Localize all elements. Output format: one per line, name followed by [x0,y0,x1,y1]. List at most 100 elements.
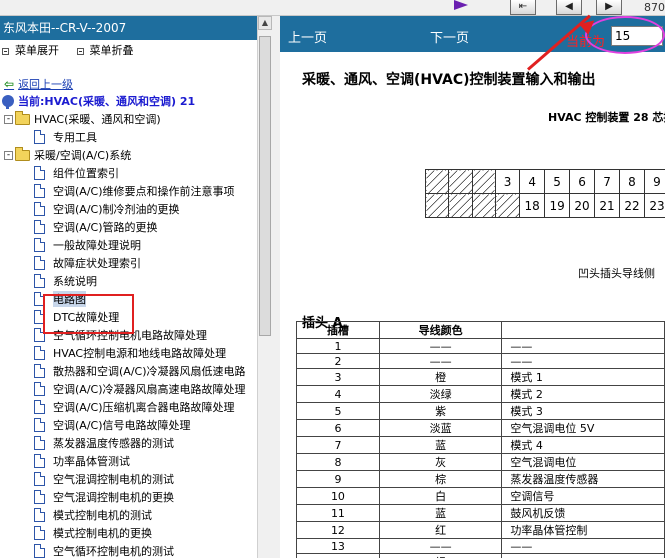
pin-slot: 12 [296,521,380,539]
pin-color: 灰 [378,453,503,471]
pin-color: —— [378,538,503,554]
pin-signal: 模式 3 [501,402,665,420]
connector-pin: 8 [619,169,645,194]
collapse-icon [76,47,84,55]
tree-item[interactable]: 模式控制电机的测试 [0,506,270,524]
pin-header-slot: 插槽 [296,321,380,339]
connector-pin: 6 [569,169,596,194]
pin-signal: 蒸发器温度传感器 [501,470,665,488]
tree-item[interactable]: 空调(A/C)制冷剂油的更换 [0,200,270,218]
pin-row: 1 —— —— [296,338,665,354]
connector-pin: 22 [619,193,645,218]
collapse-toggle-icon[interactable]: - [4,114,13,124]
collapse-toggle-icon[interactable]: - [4,150,13,160]
location-pin-icon [2,95,14,109]
nav-next-button[interactable]: ▶ [596,0,622,15]
left-scrollbar[interactable]: ▲ [257,16,272,558]
nav-first-button[interactable]: ⇤ [510,0,536,15]
connector-pin: 3 [495,169,521,194]
back-arrow-icon: ⇦ [4,77,15,91]
tree-item[interactable]: 空调(A/C)管路的更换 [0,218,270,236]
collapse-all-button[interactable]: 菜单折叠 [76,40,134,62]
tree-item[interactable]: 空调(A/C)冷凝器风扇高速电路故障处理 [0,380,270,398]
tree-item[interactable]: 功率晶体管测试 [0,452,270,470]
connector-pin [471,169,497,194]
pin-signal: 模式 4 [501,436,665,454]
pin-slot: 7 [296,436,380,454]
tree-item[interactable]: 散热器和空调(A/C)冷凝器风扇低速电路 [0,362,270,380]
prev-page-link[interactable]: 上一页 [288,27,327,46]
left-panel: 东风本田--CR-V--2007 菜单展开 菜单折叠 ⇦ 返回上一级 当前:HVA… [0,16,271,558]
scroll-thumb[interactable] [259,36,271,336]
pin-color: 蓝 [378,504,503,522]
document-icon [34,166,45,180]
tree-item[interactable]: 空气循环控制电机电路故障处理 [0,326,270,344]
expand-all-label: 菜单展开 [15,44,59,57]
connector-pin [471,193,497,218]
doc-subtitle: HVAC 控制装置 28 芯插 [548,111,665,124]
tree-item[interactable]: 空气混调控制电机的更换 [0,488,270,506]
expand-icon [2,47,9,55]
pin-row: 11 蓝鼓风机反馈 [296,504,665,522]
pin-signal: —— [501,338,665,354]
folder-icon [15,110,30,125]
pin-slot: 2 [296,353,380,369]
tree-item[interactable]: 空调(A/C)信号电路故障处理 [0,416,270,434]
tree-item[interactable]: 故障症状处理索引 [0,254,270,272]
tree-item-label: 散热器和空调(A/C)冷凝器风扇低速电路 [53,365,246,378]
connector-pin: 20 [569,193,596,218]
back-link[interactable]: ⇦ 返回上一级 [0,76,270,92]
tree-item[interactable]: 电路图 [0,290,270,308]
back-link-label: 返回上一级 [18,78,74,91]
tree-folder[interactable]: - 采暖/空调(A/C)系统 [0,146,270,164]
tree-item[interactable]: 系统说明 [0,272,270,290]
tree-item[interactable]: 空调(A/C)压缩机离合器电路故障处理 [0,398,270,416]
tree-item-label: 空调(A/C)冷凝器风扇高速电路故障处理 [53,383,246,396]
scroll-up-icon[interactable]: ▲ [258,16,272,30]
tree-item-label: HVAC控制电源和地线电路故障处理 [53,347,227,360]
tree-item-label: 一般故障处理说明 [53,239,141,252]
tree-item[interactable]: 组件位置索引 [0,164,270,182]
connector-diagram: 3456789 18 19 20 21 22 23 [424,169,665,233]
pin-row: 10 白空调信号 [296,487,665,505]
tree-item[interactable]: 专用工具 [0,128,270,146]
connector-pin: 7 [594,169,620,194]
tree-item[interactable]: 模式控制电机的更换 [0,524,270,542]
connector-pin: 4 [519,169,546,194]
pin-slot: 9 [296,470,380,488]
pin-slot: 14 [296,553,380,558]
top-toolbar: ⇤ ◀ ▶ 870 [0,0,665,16]
document-icon [34,490,45,504]
next-page-link[interactable]: 下一页 [430,27,469,46]
tree-item[interactable]: 空调(A/C)维修要点和操作前注意事项 [0,182,270,200]
connector-pin: 21 [594,193,620,218]
connector-pin [448,193,473,218]
tree-item[interactable]: 蒸发器温度传感器的测试 [0,434,270,452]
document-icon [34,418,45,432]
tree-item[interactable]: DTC故障处理 [0,308,270,326]
pin-color: 红 [378,521,503,539]
pin-slot: 8 [296,453,380,471]
nav-prev-button[interactable]: ◀ [556,0,582,15]
pin-row: 14绿ILLUMI(—) [296,553,665,558]
tree-item[interactable]: 空气循环控制电机的测试 [0,542,270,558]
tree-item-label: 空调(A/C)信号电路故障处理 [53,419,191,432]
pin-row: 8 灰空气混调电位 [296,453,665,471]
connector-pin: 23 [643,193,665,218]
connector-pin [495,193,521,218]
pin-signal: 鼓风机反馈 [501,504,665,522]
prev-page-icon: ◀ [565,1,573,12]
pin-color: —— [378,353,503,369]
expand-all-button[interactable]: 菜单展开 [2,40,59,62]
collapse-all-label: 菜单折叠 [89,44,134,57]
tree-item[interactable]: HVAC控制电源和地线电路故障处理 [0,344,270,362]
tree-item[interactable]: 空气混调控制电机的测试 [0,470,270,488]
tree-item[interactable]: 一般故障处理说明 [0,236,270,254]
connector-caption: 凹头插头导线侧 [578,267,655,280]
tree-folder[interactable]: - HVAC(采暖、通风和空调) [0,110,270,128]
pin-signal: 空气混调电位 [501,453,665,471]
connector-pin: 18 [519,193,546,218]
current-section: 当前:HVAC(采暖、通风和空调) 21 [0,92,270,110]
pin-signal: 空气混调电位 5V [501,419,665,437]
document-icon [34,238,45,252]
